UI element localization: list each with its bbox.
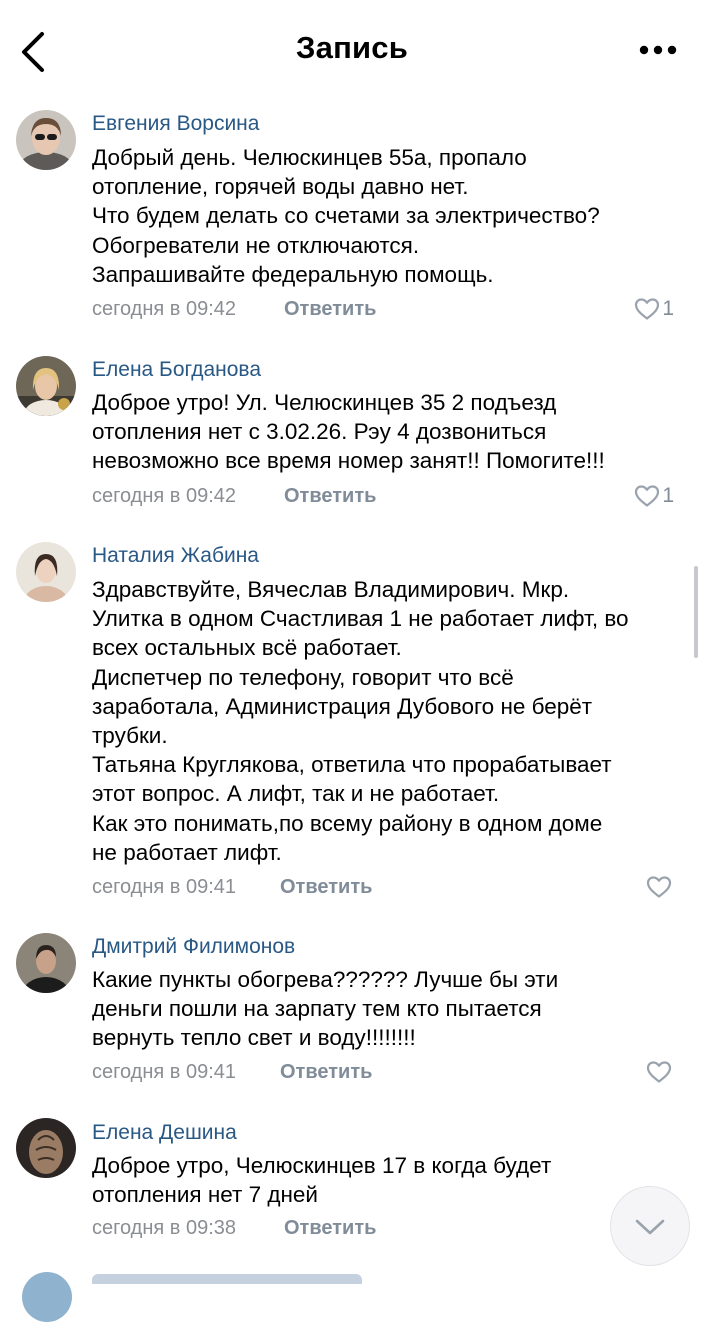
comment-text-line: Обогреватели не отключаются. [92, 232, 420, 258]
reply-button[interactable]: Ответить [280, 876, 372, 899]
comment-text-line: отопление, горячей воды давно нет. [92, 174, 469, 200]
comment-author[interactable]: Дмитрий Филимонов [92, 935, 295, 959]
reply-button[interactable]: Ответить [284, 298, 376, 321]
scrollbar[interactable] [694, 566, 698, 658]
comment-text-line: Какие пункты обогрева?????? Лучше бы эти [92, 967, 559, 992]
comment-text-line: вернуть тепло свет и воду!!!!!!!! [92, 1025, 416, 1051]
comment-text-line: Запрашивайте федеральную помощь. [92, 261, 494, 287]
like-button[interactable]: 1 [634, 482, 674, 510]
comment-text: Доброе утро, Челюскинцев 17 в когда буде… [92, 1151, 692, 1209]
heart-outline-icon [646, 1061, 672, 1083]
comment-text-line: Улитка в одном Счастливая 1 не работает … [92, 606, 629, 632]
avatar[interactable] [16, 542, 76, 602]
comment-author[interactable]: Евгения Ворсина [92, 112, 259, 136]
avatar[interactable] [16, 356, 76, 416]
chevron-down-icon [635, 1219, 664, 1234]
heart-outline-icon [635, 298, 660, 320]
reply-button[interactable]: Ответить [284, 485, 376, 508]
reply-button[interactable]: Ответить [280, 1061, 372, 1084]
page-title: Запись [296, 30, 408, 65]
comment-time: сегодня в 09:42 [92, 485, 236, 507]
scroll-down-button[interactable] [610, 1186, 690, 1266]
comment-author[interactable]: Елена Дешина [92, 1121, 237, 1145]
top-bar: Запись [0, 0, 704, 100]
comment-time: сегодня в 09:42 [92, 298, 236, 320]
comment-text-line: этот вопрос. А лифт, так и не работает. [92, 781, 500, 807]
more-button[interactable] [638, 36, 678, 64]
avatar[interactable] [16, 1118, 76, 1178]
comment-text-line: Добрый день. Челюскинцев 55а, пропало [92, 145, 527, 170]
avatar[interactable] [16, 110, 76, 170]
comment-text-line: не работает лифт. [92, 839, 282, 865]
comment-time: сегодня в 09:38 [92, 1217, 236, 1239]
avatar[interactable] [16, 933, 76, 993]
comment-author-partial [92, 1272, 372, 1284]
comment-text-line: Диспетчер по телефону, говорит что всё [92, 664, 514, 690]
comment-text-line: невозможно все время номер занят!! Помог… [92, 448, 605, 474]
like-button[interactable] [646, 873, 674, 901]
comment-author[interactable]: Елена Богданова [92, 358, 261, 382]
comment-text-line: всех остальных всё работает. [92, 635, 402, 661]
comment-text-line: трубки. [92, 723, 168, 749]
comment-text-line: Что будем делать со счетами за электриче… [92, 203, 600, 229]
comment-text-line: отопления нет 7 дней [92, 1182, 318, 1208]
comment-text-line: отопления нет с 3.02.26. Рэу 4 дозвонить… [92, 419, 547, 445]
comment-time: сегодня в 09:41 [92, 1061, 236, 1083]
like-button[interactable] [646, 1058, 674, 1086]
comment-text: Доброе утро! Ул. Челюскинцев 35 2 подъез… [92, 388, 692, 476]
comment-text-line: Здравствуйте, Вячеслав Владимирович. Мкр… [92, 577, 570, 602]
comment-time: сегодня в 09:41 [92, 876, 236, 898]
like-count: 1 [662, 484, 674, 507]
comment-text-line: Татьяна Круглякова, ответила что прораба… [92, 752, 612, 778]
reply-button[interactable]: Ответить [284, 1217, 376, 1240]
comment-text-line: заработала, Администрация Дубового не бе… [92, 693, 593, 719]
more-horizontal-icon [639, 45, 677, 55]
comment-text: Здравствуйте, Вячеслав Владимирович. Мкр… [92, 575, 692, 867]
comment-text: Добрый день. Челюскинцев 55а, пропало от… [92, 143, 692, 289]
comment-text-line: Доброе утро! Ул. Челюскинцев 35 2 подъез… [92, 390, 557, 415]
comment-text-line: деньги пошли на зарпату тем кто пытается [92, 996, 542, 1022]
like-button[interactable]: 1 [634, 295, 674, 323]
like-count: 1 [662, 297, 674, 320]
comment-author[interactable]: Наталия Жабина [92, 544, 259, 568]
comment-text-line: Доброе утро, Челюскинцев 17 в когда буде… [92, 1153, 552, 1178]
comment-text: Какие пункты обогрева?????? Лучше бы эти… [92, 965, 692, 1053]
heart-outline-icon [635, 485, 660, 507]
comment-text-line: Как это понимать,по всему району в одном… [92, 810, 603, 836]
heart-outline-icon [646, 876, 672, 898]
